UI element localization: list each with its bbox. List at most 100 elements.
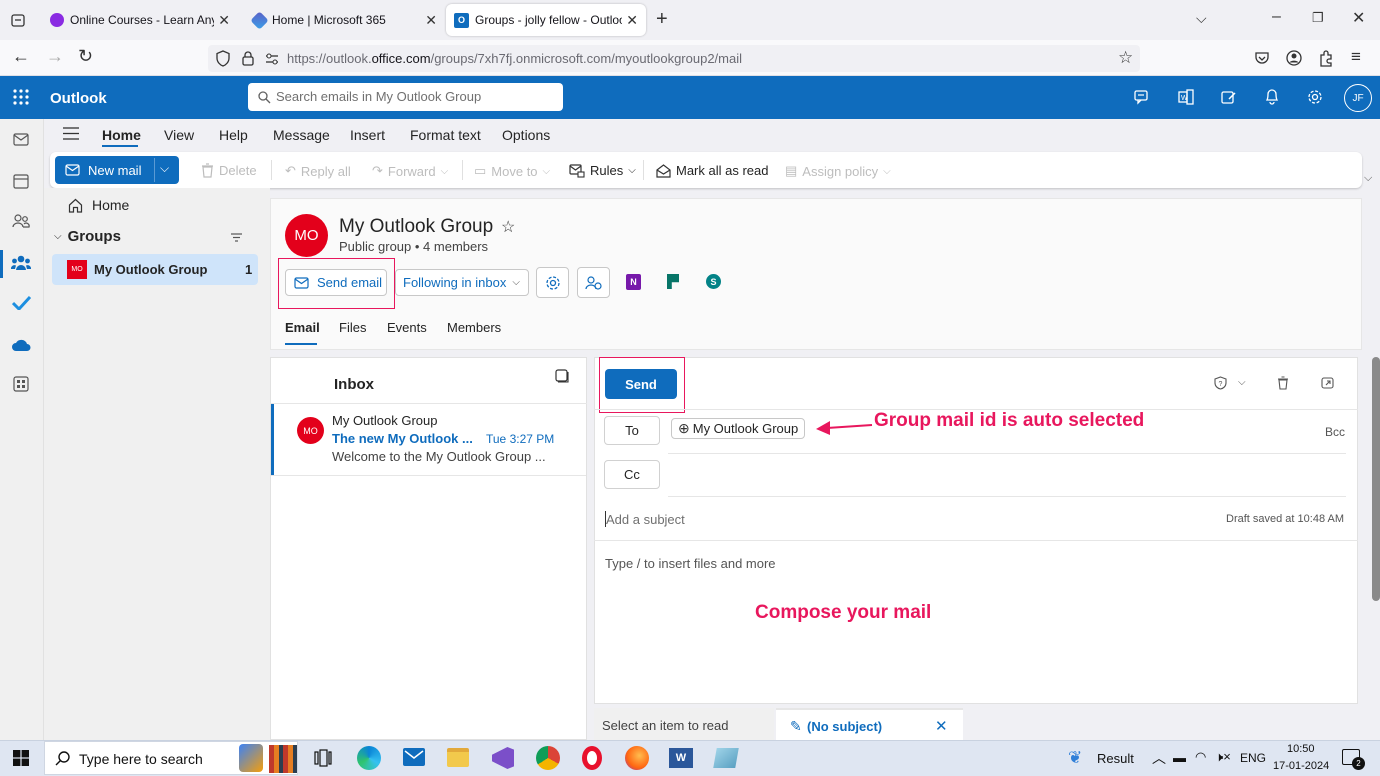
browser-tab-outlook[interactable]: O Groups - jolly fellow - Outlook ✕ — [446, 4, 646, 36]
tab-events[interactable]: Events — [387, 320, 427, 335]
folder-home[interactable]: Home — [68, 197, 129, 213]
body-editor[interactable]: Type / to insert files and more — [605, 556, 776, 571]
new-tab-icon[interactable]: + — [656, 8, 668, 31]
sort-filter-icon[interactable] — [230, 232, 243, 243]
todo-check-icon[interactable] — [12, 295, 31, 310]
ribbon-tab-format-text[interactable]: Format text — [410, 127, 481, 143]
firefox-icon[interactable] — [625, 746, 649, 770]
chevron-down-icon[interactable]: ⌵ — [1196, 10, 1207, 27]
people-icon[interactable] — [12, 213, 30, 229]
bcc-button[interactable]: Bcc — [1325, 425, 1345, 439]
forward-button[interactable]: ↷ Forward ⌵ — [372, 163, 448, 179]
search-input[interactable]: Search emails in My Outlook Group — [248, 83, 563, 111]
minimize-icon[interactable]: – — [1272, 8, 1281, 26]
ribbon-tab-view[interactable]: View — [164, 127, 194, 143]
mail-app-icon[interactable] — [403, 748, 425, 766]
forward-icon[interactable]: → — [46, 46, 64, 67]
lock-icon[interactable] — [241, 50, 255, 66]
chevron-down-icon[interactable]: ⌵ — [1238, 377, 1246, 388]
chrome-icon[interactable] — [536, 746, 560, 770]
windows-start-icon[interactable] — [13, 750, 29, 766]
shield-icon[interactable] — [215, 50, 231, 67]
reply-all-button[interactable]: ↶ Reply all — [285, 163, 351, 179]
new-mail-dropdown-chevron-icon[interactable]: ⌵ — [160, 161, 169, 176]
bookmark-star-icon[interactable]: ☆ — [1118, 48, 1133, 68]
tab-list-icon[interactable] — [10, 12, 26, 28]
taskbar-search[interactable]: Type here to search — [44, 741, 298, 775]
notification-icon[interactable]: 2 — [1342, 749, 1365, 770]
chevron-up-icon[interactable]: ︿ — [1152, 748, 1166, 768]
ribbon-tab-home[interactable]: Home — [102, 127, 141, 143]
onedrive-icon[interactable] — [11, 338, 32, 352]
network-icon[interactable]: ◠ — [1195, 749, 1206, 765]
extensions-icon[interactable] — [1318, 49, 1334, 67]
close-tab-icon[interactable]: ✕ — [218, 12, 230, 29]
favorite-star-icon[interactable]: ☆ — [501, 217, 515, 237]
permissions-icon[interactable] — [264, 52, 280, 66]
clock-time[interactable]: 10:50 — [1287, 743, 1315, 755]
pop-out-icon[interactable] — [1321, 377, 1334, 389]
tab-files[interactable]: Files — [339, 320, 366, 335]
tab-members[interactable]: Members — [447, 320, 501, 335]
groups-icon[interactable] — [11, 254, 31, 272]
my-day-icon[interactable] — [1221, 89, 1237, 105]
close-tab-icon[interactable]: ✕ — [425, 12, 437, 29]
avatar[interactable]: JF — [1344, 84, 1372, 112]
reload-icon[interactable]: ↻ — [78, 46, 93, 67]
hamburger-icon[interactable] — [63, 127, 79, 140]
group-settings-button[interactable] — [536, 267, 569, 298]
onenote-icon[interactable]: N — [626, 274, 641, 290]
ribbon-tab-insert[interactable]: Insert — [350, 127, 385, 143]
app-name[interactable]: Outlook — [50, 90, 107, 107]
scrollbar[interactable] — [1372, 357, 1380, 601]
weather-label[interactable]: Result — [1097, 751, 1134, 766]
language-indicator[interactable]: ENG — [1240, 751, 1266, 765]
reading-tab[interactable]: Select an item to read — [594, 708, 774, 740]
battery-icon[interactable]: ▬ — [1173, 750, 1186, 765]
app-launcher-icon[interactable] — [13, 89, 29, 105]
cc-button[interactable]: Cc — [604, 460, 660, 489]
rules-button[interactable]: Rules ⌵ — [569, 163, 636, 178]
sidebar-item-my-outlook-group[interactable]: MO My Outlook Group 1 — [52, 254, 258, 285]
tab-email[interactable]: Email — [285, 320, 320, 335]
close-draft-icon[interactable]: ✕ — [935, 717, 948, 735]
select-mode-icon[interactable] — [555, 369, 569, 383]
close-window-icon[interactable]: ✕ — [1352, 8, 1365, 28]
new-mail-button[interactable]: New mail — [55, 156, 154, 184]
list-item[interactable]: MO My Outlook Group The new My Outlook .… — [271, 404, 586, 475]
ribbon-tab-help[interactable]: Help — [219, 127, 248, 143]
calendar-icon[interactable] — [13, 173, 29, 189]
groups-section-header[interactable]: ⌵ Groups — [54, 228, 121, 245]
menu-icon[interactable]: ≡ — [1351, 47, 1361, 67]
opera-icon[interactable] — [582, 746, 602, 770]
teams-chat-icon[interactable] — [1134, 89, 1151, 105]
gear-icon[interactable] — [1307, 89, 1323, 105]
back-icon[interactable]: ← — [12, 46, 30, 67]
bell-icon[interactable] — [1265, 88, 1279, 105]
draft-tab[interactable]: ✎ (No subject) ✕ — [776, 708, 963, 740]
mail-icon[interactable] — [13, 133, 29, 146]
weather-icon[interactable]: ❦ — [1068, 748, 1082, 768]
mark-all-read-button[interactable]: Mark all as read — [656, 163, 768, 178]
ribbon-tab-message[interactable]: Message — [273, 127, 330, 143]
edge-icon[interactable] — [357, 746, 381, 770]
account-icon[interactable] — [1286, 50, 1302, 66]
to-button[interactable]: To — [604, 416, 660, 445]
notepad-icon[interactable] — [713, 748, 739, 768]
trash-icon[interactable] — [1277, 376, 1289, 390]
restore-icon[interactable]: ❐ — [1312, 10, 1324, 26]
more-apps-icon[interactable] — [13, 376, 29, 392]
delete-button[interactable]: Delete — [201, 163, 257, 178]
browser-tab-courses[interactable]: Online Courses - Learn Anything ✕ — [42, 4, 238, 36]
browser-tab-m365[interactable]: Home | Microsoft 365 ✕ — [245, 4, 445, 36]
speaker-muted-icon[interactable]: 🕨× — [1215, 749, 1231, 765]
subject-input[interactable]: Add a subject — [606, 512, 685, 527]
recipient-pill[interactable]: ⊕ My Outlook Group — [671, 418, 806, 439]
office-apps-icon[interactable]: W — [1178, 89, 1194, 105]
assign-policy-button[interactable]: ▤ Assign policy ⌵ — [785, 163, 891, 179]
following-dropdown[interactable]: Following in inbox ⌵ — [395, 269, 529, 296]
pocket-icon[interactable] — [1254, 50, 1270, 66]
sensitivity-shield-icon[interactable]: ? — [1214, 376, 1227, 390]
clock-date[interactable]: 17-01-2024 — [1273, 760, 1329, 772]
group-members-button[interactable] — [577, 267, 610, 298]
